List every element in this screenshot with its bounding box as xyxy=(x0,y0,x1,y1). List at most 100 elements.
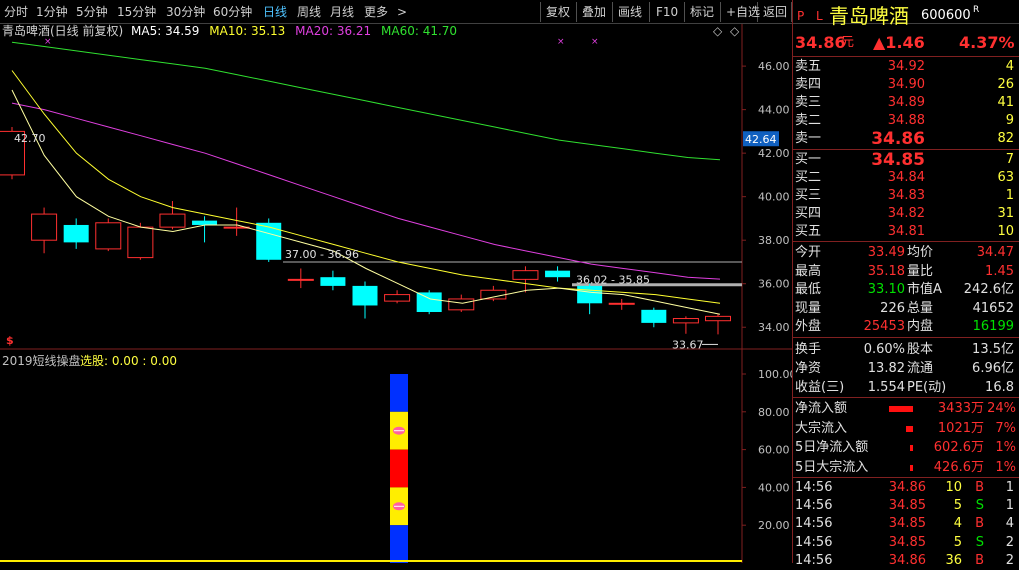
bid-row: 买一 34.85 7 xyxy=(793,151,1019,169)
fundamental-label: 换手 xyxy=(795,342,822,357)
marker-x-icon: × xyxy=(44,37,52,47)
price-row: 34.86 元 ▲1.46 4.37% xyxy=(793,32,1019,54)
stat-label: 最低 xyxy=(795,282,822,297)
more-menu[interactable]: 更多 xyxy=(364,4,388,20)
divider xyxy=(793,149,1019,150)
stat-row: 现量 226 总量 41652 xyxy=(793,300,1019,318)
toolbar-action-6[interactable]: 返回 xyxy=(763,4,787,20)
tick-price: 34.86 xyxy=(888,480,926,495)
flow-pct: 7% xyxy=(995,420,1016,436)
y-tick-label: 42.00 xyxy=(758,147,790,160)
ask-volume: 4 xyxy=(1005,59,1014,74)
tick-time: 14:56 xyxy=(795,498,833,514)
y-tick-label: 46.00 xyxy=(758,60,790,73)
flow-value: 602.6万 xyxy=(933,440,984,455)
stat-value: 1.45 xyxy=(985,263,1014,279)
tick-row: 14:56 34.85 5 S 1 xyxy=(793,497,1019,515)
stat-value: 226 xyxy=(880,300,905,316)
period-tab-3[interactable]: 15分钟 xyxy=(117,4,156,20)
candle-body xyxy=(127,226,154,259)
ask-row: 卖二 34.88 9 xyxy=(793,112,1019,130)
stat-label: 市值A xyxy=(907,282,942,297)
ask-row: 卖三 34.89 41 xyxy=(793,94,1019,112)
candle-body xyxy=(159,213,186,228)
toolbar-action-5[interactable]: +自选 xyxy=(726,4,760,20)
bid-row: 买四 34.82 31 xyxy=(793,205,1019,223)
candle-body xyxy=(448,298,475,311)
tick-side: B xyxy=(975,480,984,495)
pl-label: P L xyxy=(797,9,827,23)
fundamental-label: 流通 xyxy=(907,361,934,376)
ask-row: 卖五 34.92 4 xyxy=(793,58,1019,76)
marker-x-icon: × xyxy=(591,37,599,47)
ask-label: 卖三 xyxy=(795,95,822,110)
toolbar-action-2[interactable]: 画线 xyxy=(618,4,642,20)
kline-chart[interactable]: 46.00 44.00 42.00 40.00 38.00 36.00 34.00 42.64… xyxy=(0,24,792,563)
candle-body xyxy=(31,213,58,241)
tick-volume: 10 xyxy=(945,480,962,495)
flow-row: 净流入额 3433万 24% xyxy=(793,400,1019,418)
ask-row: 卖一 34.86 82 xyxy=(793,130,1019,148)
flow-label: 5日大宗流入 xyxy=(795,459,869,475)
period-tab-7[interactable]: 周线 xyxy=(297,4,321,20)
price-change: ▲1.46 xyxy=(873,33,925,52)
toolbar-action-4[interactable]: 标记 xyxy=(690,4,714,20)
y2-tick-label: 80.00 xyxy=(758,406,790,419)
ask-price: 34.90 xyxy=(887,77,925,92)
level-annotation: 37.00 - 36.96 xyxy=(285,248,359,261)
level-annotation: 36.02 - 35.85 xyxy=(576,273,650,286)
bid-label: 买五 xyxy=(795,224,822,239)
last-price: 34.86 xyxy=(795,33,846,52)
ask-label: 卖二 xyxy=(795,113,822,128)
fundamental-label: 股本 xyxy=(907,342,934,357)
flow-label: 5日净流入额 xyxy=(795,440,869,455)
fundamental-value: 1.554 xyxy=(867,380,905,395)
period-tab-1[interactable]: 1分钟 xyxy=(36,4,68,20)
stat-value: 242.6亿 xyxy=(963,282,1014,297)
bid-price: 34.83 xyxy=(887,188,925,203)
tick-time: 14:56 xyxy=(795,552,833,568)
chevron-right-icon: > xyxy=(397,5,408,19)
candle-body xyxy=(608,302,635,305)
current-price-marker: 42.64 xyxy=(745,133,777,146)
fundamental-value: 6.96亿 xyxy=(972,361,1014,376)
ask-price: 34.92 xyxy=(887,59,925,74)
period-tab-8[interactable]: 月线 xyxy=(330,4,354,20)
ma60-line xyxy=(11,41,721,161)
y2-tick-label: 40.00 xyxy=(758,481,790,494)
bid-price: 34.81 xyxy=(887,224,925,239)
indicator-title: 2019短线操盘 xyxy=(2,353,81,368)
y-tick-label: 44.00 xyxy=(758,104,790,117)
signal-bar-segment xyxy=(390,525,408,563)
tick-price: 34.85 xyxy=(888,498,926,514)
stock-badge: R xyxy=(973,5,980,15)
toolbar-action-0[interactable]: 复权 xyxy=(546,4,570,20)
tick-side: B xyxy=(975,552,984,568)
tick-count: 1 xyxy=(1005,498,1014,514)
marker-x-icon: × xyxy=(557,37,565,47)
candle-body xyxy=(352,285,378,306)
bid-price: 34.85 xyxy=(871,150,925,170)
stat-row: 今开 33.49 均价 34.47 xyxy=(793,244,1019,262)
tick-volume: 4 xyxy=(953,516,962,532)
period-tab-5[interactable]: 60分钟 xyxy=(213,4,252,20)
fundamental-value: 13.5亿 xyxy=(972,342,1014,357)
stat-label: 总量 xyxy=(907,300,934,316)
ask-label: 卖五 xyxy=(795,59,822,74)
flow-pct: 24% xyxy=(987,401,1016,416)
candle-body xyxy=(641,309,667,323)
bid-row: 买五 34.81 10 xyxy=(793,223,1019,241)
stat-row: 最高 35.18 量比 1.45 xyxy=(793,263,1019,281)
toolbar-separator xyxy=(720,2,721,22)
period-tab-4[interactable]: 30分钟 xyxy=(166,4,205,20)
flow-row: 大宗流入 1021万 7% xyxy=(793,420,1019,438)
period-tab-6[interactable]: 日线 xyxy=(263,4,287,20)
toolbar-action-3[interactable]: F10 xyxy=(656,4,678,20)
period-tab-0[interactable]: 分时 xyxy=(4,4,28,20)
toolbar-action-1[interactable]: 叠加 xyxy=(582,4,606,20)
y-tick-label: 38.00 xyxy=(758,234,790,247)
toolbar-separator xyxy=(684,2,685,22)
stock-code: 600600 xyxy=(921,8,971,23)
period-tab-2[interactable]: 5分钟 xyxy=(76,4,108,20)
candle-body xyxy=(95,222,122,250)
